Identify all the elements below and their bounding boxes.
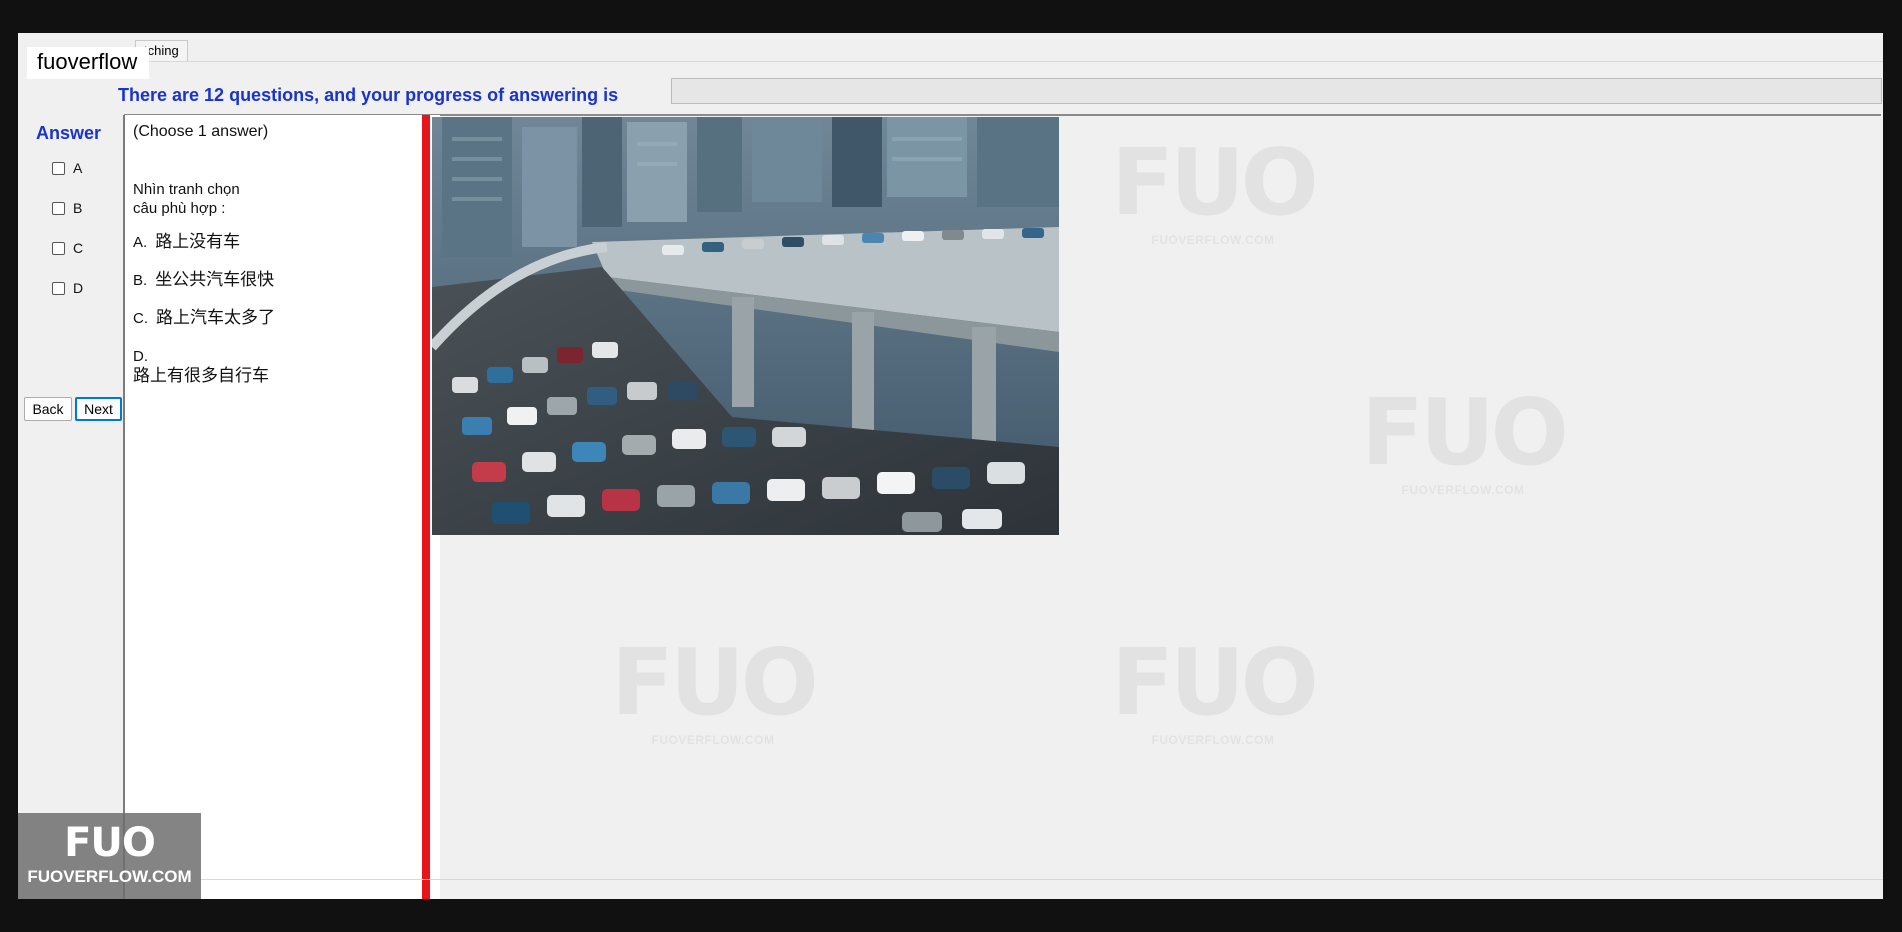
checkbox-b[interactable] (52, 201, 65, 215)
option-text: 路上没有车 (155, 232, 241, 251)
brand-label: fuoverflow (27, 47, 150, 79)
answer-option-label: C (73, 240, 84, 256)
question-option-b: B. 坐公共汽车很快 (133, 270, 274, 290)
question-panel: (Choose 1 answer) Nhìn tranh chọn câu ph… (123, 115, 440, 899)
next-button[interactable]: Next (75, 397, 122, 421)
answer-option-label: B (73, 200, 83, 216)
answer-option-label: D (73, 280, 84, 296)
option-key: A. (133, 234, 148, 251)
exam-window: FUO FUOVERFLOW.COM FUO FUOVERFLOW.COM FUO F… (18, 33, 1883, 899)
option-key: D. (133, 348, 148, 365)
progress-bar (671, 78, 1882, 104)
question-prompt-line: Nhìn tranh chọn (133, 181, 240, 198)
question-option-a: A. 路上没有车 (133, 232, 240, 252)
option-text: 路上汽车太多了 (156, 308, 275, 327)
fuoverflow-logo: FUO FUOVERFLOW.COM (18, 813, 201, 899)
watermark: FUOFUOVERFLOW.COM (611, 629, 819, 748)
option-key: C. (133, 310, 148, 327)
progress-text: There are 12 questions, and your progres… (118, 85, 619, 105)
checkbox-c[interactable] (52, 241, 65, 255)
option-key: B. (133, 272, 148, 289)
watermark: FUOFUOVERFLOW.COM (1111, 129, 1319, 248)
status-divider (201, 879, 1883, 880)
question-prompt-line: câu phù hợp : (133, 200, 226, 217)
tab-divider (118, 61, 1883, 62)
question-option-c: C. 路上汽车太多了 (133, 308, 275, 328)
answer-option-d[interactable]: D (52, 278, 83, 298)
checkbox-d[interactable] (52, 281, 65, 295)
question-prompt: Nhìn tranh chọn câu phù hợp : (133, 180, 263, 218)
option-text: 路上有很多自行车 (133, 366, 269, 385)
question-image (432, 117, 1059, 535)
question-option-d: D. 路上有很多自行车 (133, 347, 269, 385)
panel-splitter[interactable] (422, 115, 430, 899)
answer-option-b[interactable]: B (52, 198, 82, 218)
back-button[interactable]: Back (24, 397, 72, 421)
watermark: FUOFUOVERFLOW.COM (1111, 629, 1319, 748)
answer-title: Answer (36, 123, 102, 143)
answer-option-label: A (73, 160, 83, 176)
question-instruction: (Choose 1 answer) (133, 123, 269, 140)
answer-option-a[interactable]: A (52, 158, 82, 178)
answer-option-c[interactable]: C (52, 238, 83, 258)
checkbox-a[interactable] (52, 161, 65, 175)
option-text: 坐公共汽车很快 (155, 270, 275, 289)
watermark: FUOFUOVERFLOW.COM (1361, 379, 1569, 498)
